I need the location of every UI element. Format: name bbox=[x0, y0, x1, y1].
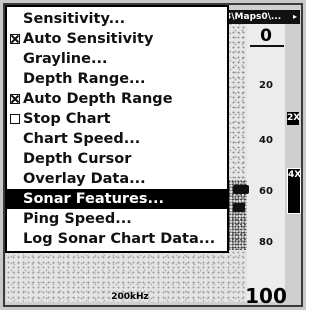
sonar-menu: Sensitivity... Auto Sensitivity Grayline..… bbox=[5, 5, 229, 253]
depth-tick-20: 20 bbox=[259, 80, 273, 91]
zoom-4x-indicator: 4X bbox=[287, 168, 301, 214]
fish-arch-mark bbox=[233, 185, 249, 194]
menu-item-label: Depth Range... bbox=[23, 71, 146, 87]
menu-item-log-sonar-chart-data[interactable]: Log Sonar Chart Data... bbox=[7, 229, 227, 249]
menu-item-label: Sonar Features... bbox=[23, 191, 165, 207]
checkbox-unchecked-icon[interactable] bbox=[10, 114, 20, 124]
menu-item-depth-cursor[interactable]: Depth Cursor bbox=[7, 149, 227, 169]
menu-item-overlay-data[interactable]: Overlay Data... bbox=[7, 169, 227, 189]
menu-item-chart-speed[interactable]: Chart Speed... bbox=[7, 129, 227, 149]
right-arrow-icon[interactable]: ▸ bbox=[293, 10, 297, 24]
menu-item-label: Chart Speed... bbox=[23, 131, 141, 147]
menu-item-stop-chart[interactable]: Stop Chart bbox=[7, 109, 227, 129]
menu-item-label: Depth Cursor bbox=[23, 151, 132, 167]
checkbox-checked-icon[interactable] bbox=[10, 94, 20, 104]
frequency-label: 200kHz bbox=[111, 292, 149, 302]
checkbox-checked-icon[interactable] bbox=[10, 34, 20, 44]
depth-tick-40: 40 bbox=[259, 135, 273, 146]
menu-item-label: Auto Sensitivity bbox=[23, 31, 154, 47]
depth-tick-60: 60 bbox=[259, 186, 273, 197]
menu-item-label: Overlay Data... bbox=[23, 171, 146, 187]
menu-item-label: Sensitivity... bbox=[23, 11, 126, 27]
zoom-sidebar bbox=[286, 10, 300, 302]
zoom-2x-indicator: 2X bbox=[287, 112, 301, 125]
menu-item-label: Stop Chart bbox=[23, 111, 111, 127]
menu-item-label: Auto Depth Range bbox=[23, 91, 173, 107]
depth-tick-80: 80 bbox=[259, 237, 273, 248]
depth-scale bbox=[247, 10, 285, 302]
menu-item-auto-depth-range[interactable]: Auto Depth Range bbox=[7, 89, 227, 109]
title-path: 3\Maps0\... bbox=[225, 12, 282, 22]
fish-arch-mark bbox=[233, 203, 245, 212]
depth-top-label: 0 bbox=[260, 26, 272, 46]
menu-item-depth-range[interactable]: Depth Range... bbox=[7, 69, 227, 89]
menu-item-ping-speed[interactable]: Ping Speed... bbox=[7, 209, 227, 229]
sonar-display-device: 0 20 40 60 80 100 200kHz 2X 4X 3\Maps0\.… bbox=[0, 0, 306, 310]
menu-item-label: Ping Speed... bbox=[23, 211, 132, 227]
menu-item-auto-sensitivity[interactable]: Auto Sensitivity bbox=[7, 29, 227, 49]
menu-item-sensitivity[interactable]: Sensitivity... bbox=[7, 9, 227, 29]
menu-item-label: Log Sonar Chart Data... bbox=[23, 231, 216, 247]
title-bar: 3\Maps0\... ▸ bbox=[225, 10, 300, 24]
menu-item-label: Grayline... bbox=[23, 51, 108, 67]
menu-item-sonar-features[interactable]: Sonar Features... bbox=[7, 189, 227, 209]
menu-item-grayline[interactable]: Grayline... bbox=[7, 49, 227, 69]
